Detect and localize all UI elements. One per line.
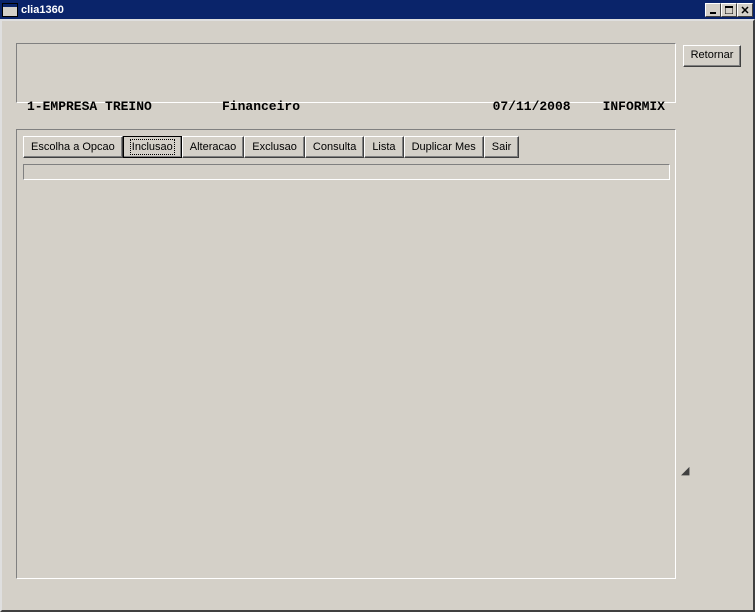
company-label: 1-EMPRESA TREINO — [27, 96, 222, 118]
menu-panel: Escolha a Opcao Inclusao Alteracao Exclu… — [16, 129, 676, 579]
scroll-indicator: ◢ — [681, 464, 687, 470]
menu-item-escolha[interactable]: Escolha a Opcao — [23, 136, 123, 158]
return-button[interactable]: Retornar — [683, 45, 741, 67]
menu-label: Lista — [372, 141, 395, 153]
date-label: 07/11/2008 — [493, 96, 603, 118]
menu-item-alteracao[interactable]: Alteracao — [182, 136, 244, 158]
module-label: Financeiro — [222, 96, 493, 118]
menu-label: Sair — [492, 141, 512, 153]
db-label: INFORMIX — [603, 96, 665, 118]
maximize-button[interactable] — [721, 3, 737, 17]
maximize-icon — [725, 6, 733, 14]
menu-item-lista[interactable]: Lista — [364, 136, 403, 158]
menu-label: Consulta — [313, 141, 356, 153]
titlebar: clia1360 — [0, 0, 755, 19]
menu-item-inclusao[interactable]: Inclusao — [123, 136, 182, 158]
menu-label: Inclusao — [130, 139, 175, 155]
close-icon — [741, 6, 749, 14]
menu-label: Escolha a Opcao — [31, 141, 115, 153]
menu-row: Escolha a Opcao Inclusao Alteracao Exclu… — [23, 136, 669, 158]
menu-label: Duplicar Mes — [412, 141, 476, 153]
window-controls — [705, 3, 753, 17]
window-title: clia1360 — [21, 4, 705, 16]
client-area: 1-EMPRESA TREINO Financeiro 07/11/2008 I… — [0, 19, 755, 612]
minimize-button[interactable] — [705, 3, 721, 17]
menu-item-consulta[interactable]: Consulta — [305, 136, 364, 158]
menu-label: Exclusao — [252, 141, 297, 153]
header-panel: 1-EMPRESA TREINO Financeiro 07/11/2008 I… — [16, 43, 676, 103]
list-area — [23, 164, 670, 180]
menu-item-duplicar[interactable]: Duplicar Mes — [404, 136, 484, 158]
minimize-icon — [709, 6, 717, 14]
menu-item-exclusao[interactable]: Exclusao — [244, 136, 305, 158]
app-icon — [2, 3, 18, 17]
close-button[interactable] — [737, 3, 753, 17]
menu-label: Alteracao — [190, 141, 236, 153]
return-label: Retornar — [691, 49, 734, 61]
menu-item-sair[interactable]: Sair — [484, 136, 520, 158]
